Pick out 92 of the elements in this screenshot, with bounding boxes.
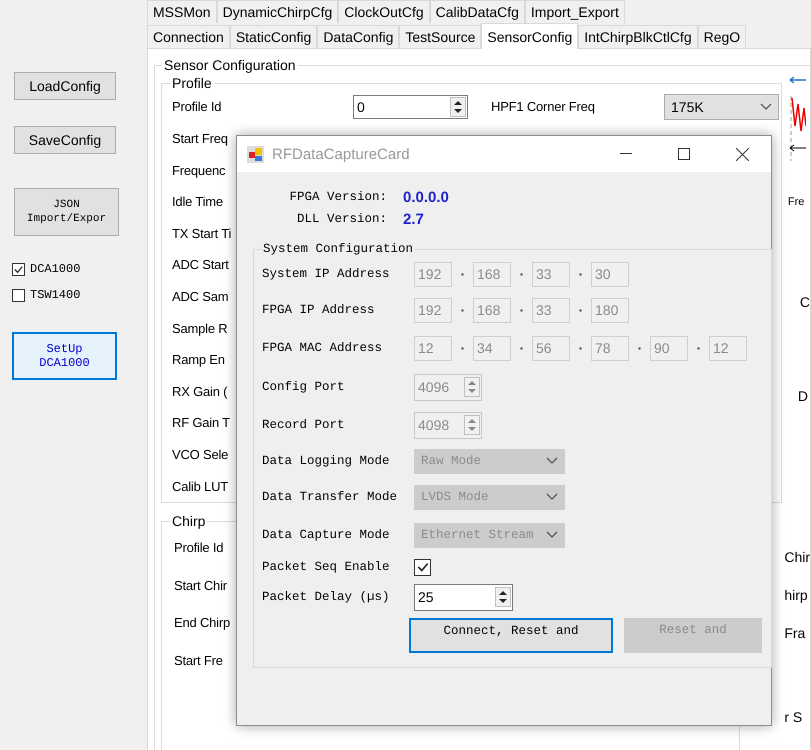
field-label: FPGA IP Address: [262, 303, 376, 317]
checkbox[interactable]: [12, 288, 25, 302]
tab[interactable]: Connection: [147, 25, 230, 48]
maximize-icon: [678, 148, 690, 160]
field-label: RF Gain T: [172, 415, 230, 430]
setup-button[interactable]: SetUp DCA1000: [12, 332, 117, 380]
checkbox[interactable]: [12, 262, 25, 276]
separator-dot-icon: [461, 272, 464, 276]
spin-arrows-icon[interactable]: [495, 587, 511, 607]
field-label: Start Fre: [174, 652, 223, 668]
field-label: End Chirp: [174, 615, 230, 630]
field-label: Data Capture Mode: [262, 528, 391, 542]
import-export-button[interactable]: JSON Import/Expor: [14, 188, 119, 236]
separator-dot-icon: [520, 272, 523, 276]
tab[interactable]: MSSMon: [147, 0, 217, 23]
tab[interactable]: CalibDataCfg: [430, 0, 525, 23]
field-label: FPGA MAC Address: [262, 341, 384, 355]
group-title: C: [800, 294, 810, 310]
field-label: Profile Id: [174, 540, 224, 556]
field-label: System IP Address: [262, 267, 391, 281]
field-label: Calib LUT: [172, 478, 228, 494]
field-label: Data Transfer Mode: [262, 490, 398, 504]
field-label: Fra: [784, 625, 806, 643]
separator-dot-icon: [520, 346, 523, 350]
spin-arrows-icon[interactable]: [450, 96, 466, 117]
check-icon: [416, 560, 430, 574]
chevron-down-icon: [760, 102, 772, 111]
checkbox-label: TSW1400: [30, 288, 80, 302]
separator-dot-icon: [461, 308, 464, 312]
field-label: Packet Delay (µs): [262, 590, 391, 604]
group-title: Chirp: [170, 513, 208, 529]
minimize-icon: [620, 153, 632, 155]
field-label: Frequenc: [172, 162, 226, 178]
window-title: RFDataCaptureCard: [272, 146, 411, 162]
field-label: ADC Sam: [172, 288, 228, 304]
field-label: ADC Start: [172, 257, 229, 272]
field-label: Ramp En: [172, 352, 225, 368]
chevron-down-icon: [546, 457, 558, 465]
tab[interactable]: DynamicChirpCfg: [216, 0, 338, 23]
config-button[interactable]: SaveConfig: [14, 126, 116, 154]
chart-axis-label: Fre: [788, 196, 806, 208]
separator-dot-icon: [520, 308, 523, 312]
field-label: TX Start Ti: [172, 226, 232, 241]
checkbox-label: DCA1000: [30, 262, 80, 276]
number-field[interactable]: 0: [353, 94, 468, 119]
tab[interactable]: SensorConfig: [481, 23, 578, 49]
field-label: HPF1 Corner Freq: [491, 99, 596, 114]
group-title: Profile: [170, 75, 214, 91]
config-button[interactable]: LoadConfig: [14, 72, 116, 100]
separator-dot-icon: [697, 346, 700, 350]
field-label: hirp: [784, 587, 809, 605]
separator-dot-icon: [579, 308, 582, 312]
field-label: Start Freq: [172, 130, 228, 146]
version-label: FPGA Version:: [289, 190, 387, 204]
check-icon: [13, 264, 24, 274]
tab[interactable]: Import_Export: [524, 0, 625, 23]
field-label: Start Chir: [174, 578, 227, 593]
field-label: Idle Time: [172, 194, 223, 210]
separator-dot-icon: [579, 272, 582, 276]
number-field[interactable]: 25: [414, 584, 513, 610]
version-value: 2.7: [403, 210, 425, 228]
field-label: Chir: [784, 549, 810, 567]
chevron-down-icon: [546, 493, 558, 501]
close-icon: [736, 148, 748, 160]
dropdown[interactable]: 175K: [664, 94, 779, 120]
separator-dot-icon: [638, 346, 641, 350]
field-label: r S: [784, 709, 804, 727]
field-label: Config Port: [262, 380, 346, 394]
field-label: VCO Sele: [172, 447, 228, 462]
field-label: Packet Seq Enable: [262, 560, 391, 574]
field-label: D: [798, 388, 809, 404]
field-label: Record Port: [262, 418, 346, 432]
field-label: RX Gain (: [172, 384, 228, 399]
separator-dot-icon: [579, 346, 582, 350]
field-label: Data Logging Mode: [262, 454, 391, 468]
group-title: Sensor Configuration: [162, 57, 298, 73]
field-label: Sample R: [172, 320, 228, 336]
action-button[interactable]: Connect, Reset and: [409, 618, 613, 653]
field-label: Profile Id: [172, 99, 222, 114]
app-icon: [247, 146, 264, 162]
tab[interactable]: DataConfig: [317, 25, 400, 48]
tab[interactable]: RegO: [698, 25, 746, 48]
tab[interactable]: IntChirpBlkCtlCfg: [578, 25, 698, 48]
tab[interactable]: ClockOutCfg: [338, 0, 430, 23]
chevron-down-icon: [546, 531, 558, 539]
checkbox[interactable]: [414, 558, 431, 576]
tab[interactable]: StaticConfig: [230, 25, 318, 48]
version-label: DLL Version:: [296, 212, 387, 226]
separator-dot-icon: [461, 346, 464, 350]
group-title: System Configuration: [262, 242, 414, 256]
tab[interactable]: TestSource: [399, 25, 482, 48]
version-value: 0.0.0.0: [403, 188, 450, 206]
